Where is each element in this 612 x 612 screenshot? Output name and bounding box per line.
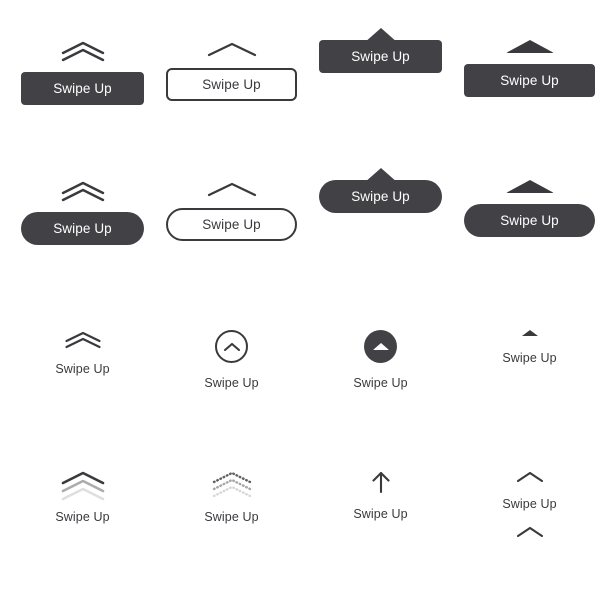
icon-stack: Swipe Up xyxy=(55,470,110,524)
swipe-up-ui-kit-canvas: Swipe Up Swipe Up Swipe Up Swipe Up Swip… xyxy=(0,0,612,612)
swipe-up-control-r3c3[interactable]: Swipe Up xyxy=(304,330,457,390)
swipe-up-button-label: Swipe Up xyxy=(351,188,410,204)
swipe-up-caption: Swipe Up xyxy=(353,376,408,390)
double-chevron-up-icon xyxy=(59,40,107,62)
icon-stack: Swipe Up xyxy=(204,330,259,390)
triangle-up-glyph xyxy=(372,343,389,350)
circle-filled-triangle-up-icon[interactable] xyxy=(364,330,397,363)
swipe-up-button[interactable]: Swipe Up xyxy=(166,68,297,101)
swipe-up-control-r4c1[interactable]: Swipe Up xyxy=(6,470,159,524)
chevron-up-icon-above xyxy=(515,470,545,484)
dotted-chevron-up-icon xyxy=(208,470,256,501)
swipe-up-button-label: Swipe Up xyxy=(351,48,410,64)
swipe-up-button[interactable]: Swipe Up xyxy=(464,64,595,97)
swipe-up-caption: Swipe Up xyxy=(502,351,557,365)
circle-outline-chevron-up-icon[interactable] xyxy=(215,330,248,363)
swipe-up-button-label: Swipe Up xyxy=(53,220,112,236)
swipe-up-caption: Swipe Up xyxy=(55,510,110,524)
swipe-up-control-r4c3[interactable]: Swipe Up xyxy=(304,470,457,521)
flat-triangle-up-icon xyxy=(505,180,554,193)
swipe-up-control-r1c3[interactable]: Swipe Up xyxy=(304,28,457,73)
triple-chevron-fade-up-icon xyxy=(59,470,107,501)
swipe-up-control-r2c3[interactable]: Swipe Up xyxy=(304,168,457,213)
swipe-up-button-label: Swipe Up xyxy=(202,216,261,232)
flat-triangle-up-icon xyxy=(505,40,554,53)
swipe-up-button[interactable]: Swipe Up xyxy=(319,180,442,213)
double-chevron-up-icon xyxy=(59,180,107,202)
swipe-up-button-label: Swipe Up xyxy=(53,80,112,96)
swipe-up-control-r3c1[interactable]: Swipe Up xyxy=(6,330,159,376)
icon-stack: Swipe Up xyxy=(204,470,259,524)
swipe-up-control-r1c1[interactable]: Swipe Up xyxy=(6,40,159,105)
swipe-up-caption: Swipe Up xyxy=(55,362,110,376)
arrow-up-icon xyxy=(368,470,394,494)
swipe-up-caption: Swipe Up xyxy=(204,510,259,524)
chevron-up-icon-below xyxy=(515,525,545,539)
swipe-up-button-with-notch[interactable]: Swipe Up xyxy=(319,28,442,73)
swipe-up-button-label: Swipe Up xyxy=(202,76,261,92)
swipe-up-caption: Swipe Up xyxy=(502,497,557,511)
swipe-up-button[interactable]: Swipe Up xyxy=(464,204,595,237)
swipe-up-control-r2c1[interactable]: Swipe Up xyxy=(6,180,159,245)
single-chevron-up-icon xyxy=(204,180,260,198)
swipe-up-button[interactable]: Swipe Up xyxy=(166,208,297,241)
small-triangle-up-icon xyxy=(521,330,538,336)
swipe-up-control-r1c4[interactable]: Swipe Up xyxy=(453,40,606,97)
swipe-up-control-r1c2[interactable]: Swipe Up xyxy=(155,40,308,101)
swipe-up-control-r3c2[interactable]: Swipe Up xyxy=(155,330,308,390)
swipe-up-button-with-notch[interactable]: Swipe Up xyxy=(319,168,442,213)
swipe-up-control-r2c2[interactable]: Swipe Up xyxy=(155,180,308,241)
swipe-up-button[interactable]: Swipe Up xyxy=(21,212,144,245)
swipe-up-button[interactable]: Swipe Up xyxy=(319,40,442,73)
swipe-up-button[interactable]: Swipe Up xyxy=(21,72,144,105)
swipe-up-button-label: Swipe Up xyxy=(500,212,559,228)
swipe-up-caption: Swipe Up xyxy=(353,507,408,521)
swipe-up-control-r4c2[interactable]: Swipe Up xyxy=(155,470,308,524)
swipe-up-control-r4c4[interactable]: Swipe Up xyxy=(453,470,606,539)
double-chevron-up-icon xyxy=(63,330,103,349)
swipe-up-control-r2c4[interactable]: Swipe Up xyxy=(453,180,606,237)
icon-stack: Swipe Up xyxy=(353,330,408,390)
icon-stack: Swipe Up xyxy=(55,330,110,376)
icon-stack: Swipe Up xyxy=(502,330,557,365)
icon-stack: Swipe Up xyxy=(502,470,557,539)
swipe-up-caption: Swipe Up xyxy=(204,376,259,390)
swipe-up-button-label: Swipe Up xyxy=(500,72,559,88)
swipe-up-control-r3c4[interactable]: Swipe Up xyxy=(453,330,606,365)
single-chevron-up-icon xyxy=(204,40,260,58)
icon-stack: Swipe Up xyxy=(353,470,408,521)
